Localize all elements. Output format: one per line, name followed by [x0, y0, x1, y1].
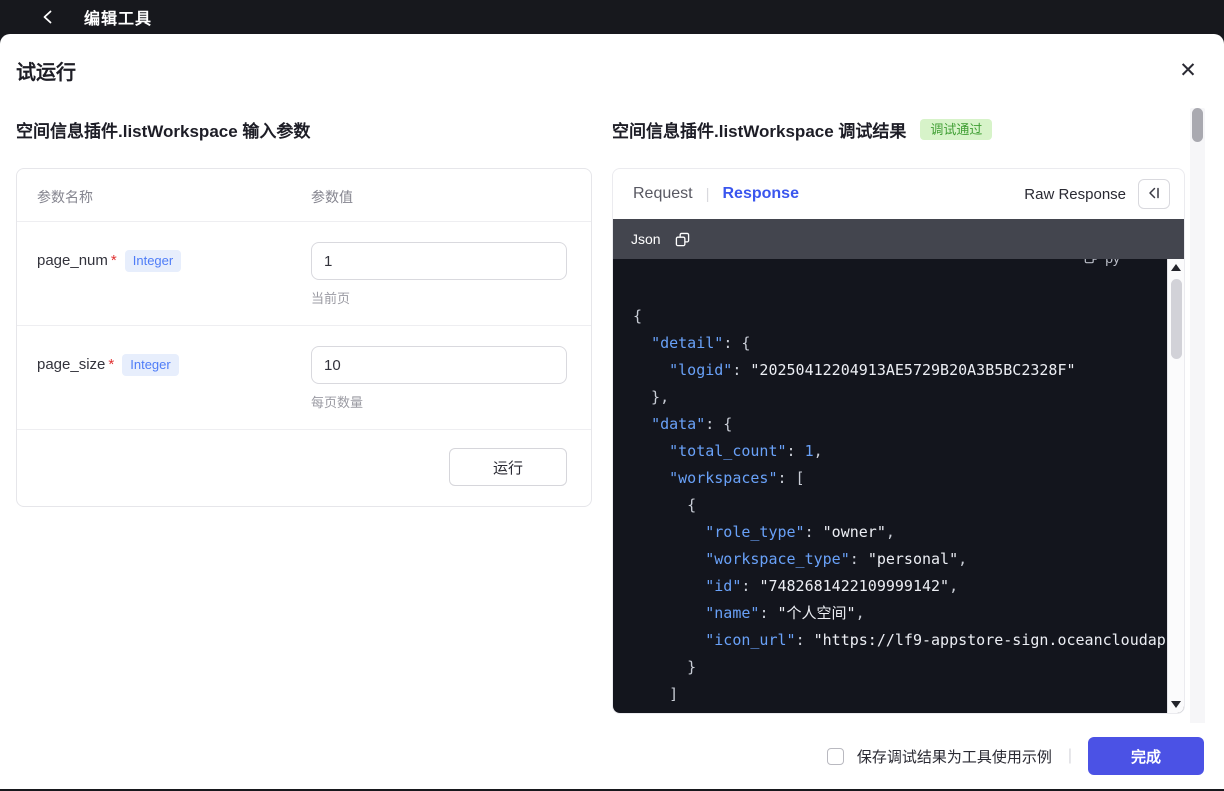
copy-icon[interactable]	[675, 232, 690, 247]
run-button[interactable]: 运行	[449, 448, 567, 486]
code-scrollbar[interactable]	[1167, 259, 1184, 713]
params-table-header: 参数名称 参数值	[17, 169, 591, 222]
debug-result-section: 空间信息插件.listWorkspace 调试结果 调试通过 Request |…	[612, 91, 1185, 714]
column-header-name: 参数名称	[37, 189, 93, 205]
debug-result-title: 空间信息插件.listWorkspace 调试结果	[612, 122, 907, 141]
partial-copy-control[interactable]: py	[1084, 259, 1120, 270]
code-line: "total_count": 1,	[669, 442, 823, 460]
input-params-title: 空间信息插件.listWorkspace 输入参数	[16, 122, 311, 141]
required-asterisk: *	[108, 356, 115, 374]
param-name-cell: page_num * Integer	[37, 242, 311, 272]
scroll-up-icon[interactable]	[1171, 264, 1181, 271]
tabbar-right: Raw Response	[1024, 179, 1170, 209]
code-line: "workspace_type": "personal",	[705, 550, 968, 568]
partial-copy-label: py	[1105, 259, 1120, 266]
code-line: ]	[633, 685, 679, 703]
param-row-page-size: page_size * Integer 每页数量	[17, 326, 591, 430]
type-badge: Integer	[124, 250, 182, 272]
type-badge: Integer	[122, 354, 179, 376]
topbar: 编辑工具	[0, 0, 1224, 34]
modal-footer: 保存调试结果为工具使用示例 | 完成	[0, 723, 1224, 789]
run-row: 运行	[17, 430, 591, 506]
column-header-value: 参数值	[311, 189, 353, 205]
save-example-checkbox[interactable]	[826, 747, 844, 765]
done-button[interactable]: 完成	[1088, 737, 1204, 775]
code-line: "role_type": "owner",	[705, 523, 895, 541]
tab-divider: |	[705, 185, 710, 203]
modal-scroll-thumb[interactable]	[1192, 108, 1203, 142]
param-name: page_size	[37, 356, 106, 374]
param-hint: 每页数量	[311, 395, 364, 410]
param-row-page-num: page_num * Integer 当前页	[17, 222, 591, 326]
code-line: "id": "7482681422109999142",	[705, 577, 959, 595]
result-panel: Request | Response Raw Response Json {"…	[612, 168, 1185, 714]
footer-divider: |	[1067, 747, 1072, 764]
result-tabbar: Request | Response Raw Response	[613, 169, 1184, 219]
code-line: "name": "个人空间",	[705, 604, 865, 622]
json-format-strip: Json	[613, 219, 1184, 259]
code-scroll-thumb[interactable]	[1171, 279, 1182, 359]
code-line: "detail": {	[651, 334, 751, 352]
page-title: 编辑工具	[84, 11, 153, 28]
collapse-panel-button[interactable]	[1138, 179, 1170, 209]
param-value-cell: 每页数量	[311, 346, 571, 411]
json-code: { "detail": { "logid": "20250412204913AE…	[633, 303, 1184, 708]
param-hint: 当前页	[311, 291, 351, 306]
tab-response[interactable]: Response	[723, 185, 799, 203]
code-line: }	[633, 658, 697, 676]
json-response-viewer: py { "detail": { "logid": "2025041220491…	[613, 259, 1184, 713]
code-line: {	[633, 496, 697, 514]
code-line: {	[633, 307, 643, 325]
param-name-cell: page_size * Integer	[37, 346, 311, 376]
page-size-input[interactable]	[311, 346, 567, 384]
tab-request[interactable]: Request	[633, 185, 693, 203]
params-panel: 参数名称 参数值 page_num * Integer 当前页	[16, 168, 592, 507]
collapse-icon	[1146, 185, 1162, 204]
trial-run-modal: 试运行 ✕ 空间信息插件.listWorkspace 输入参数 参数名称 参数值…	[0, 34, 1224, 789]
close-icon[interactable]: ✕	[1174, 56, 1202, 84]
status-badge: 调试通过	[920, 119, 993, 140]
code-line: },	[633, 388, 670, 406]
copy-icon-partial	[1084, 259, 1098, 267]
page-num-input[interactable]	[311, 242, 567, 280]
save-example-label: 保存调试结果为工具使用示例	[856, 748, 1052, 766]
modal-header: 试运行 ✕	[0, 34, 1224, 91]
modal-body: 空间信息插件.listWorkspace 输入参数 参数名称 参数值 page_…	[0, 91, 1224, 714]
modal-title: 试运行	[16, 62, 76, 84]
raw-response-label: Raw Response	[1024, 185, 1126, 203]
input-params-section: 空间信息插件.listWorkspace 输入参数 参数名称 参数值 page_…	[16, 91, 592, 714]
code-line: "workspaces": [	[669, 469, 805, 487]
code-line: "data": {	[651, 415, 733, 433]
required-asterisk: *	[110, 252, 117, 270]
param-value-cell: 当前页	[311, 242, 571, 307]
debug-result-heading-row: 空间信息插件.listWorkspace 调试结果 调试通过	[612, 117, 1185, 142]
modal-scrollbar[interactable]	[1190, 108, 1205, 742]
back-icon[interactable]	[36, 5, 60, 29]
param-name: page_num	[37, 252, 108, 270]
json-format-label: Json	[631, 231, 661, 247]
code-line: "icon_url": "https://lf9-appstore-sign.o…	[705, 631, 1184, 649]
scroll-down-icon[interactable]	[1171, 701, 1181, 708]
code-line: "logid": "20250412204913AE5729B20A3B5BC2…	[669, 361, 1076, 379]
